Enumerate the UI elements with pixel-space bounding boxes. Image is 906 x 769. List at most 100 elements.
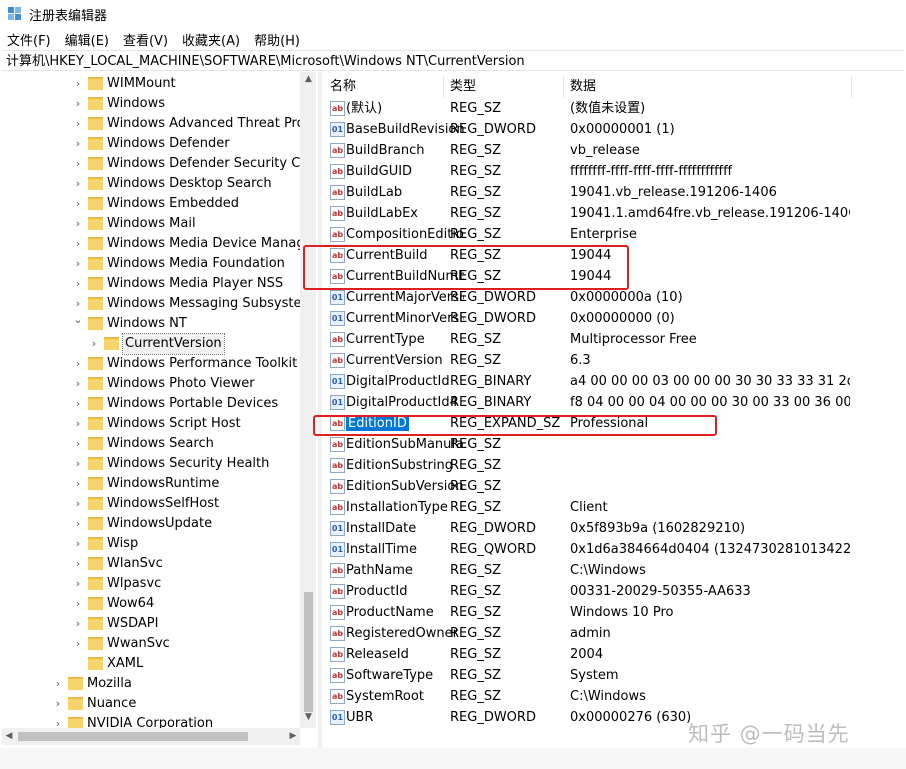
menu-file[interactable]: 文件(F) <box>0 30 58 49</box>
table-row[interactable]: ab CurrentType REG_SZ Multiprocessor Free <box>324 329 904 350</box>
chevron-right-icon[interactable]: › <box>72 254 84 274</box>
tree-node[interactable]: › Windows Media Device Manager <box>2 234 316 254</box>
tree-node[interactable]: › Windows Photo Viewer <box>2 374 300 394</box>
tree-scroll-thumb[interactable] <box>304 592 313 712</box>
tree-hscroll-thumb[interactable] <box>18 732 248 741</box>
tree-node[interactable]: › Windows Media Player NSS <box>2 274 300 294</box>
chevron-right-icon[interactable]: › <box>72 114 84 134</box>
table-row[interactable]: ab BuildLab REG_SZ 19041.vb_release.191206-… <box>324 182 904 203</box>
tree-node[interactable]: › Windows Defender Security Center <box>2 154 316 174</box>
chevron-right-icon[interactable]: › <box>72 434 84 454</box>
tree-node[interactable]: ⌄ Windows NT <box>2 313 300 334</box>
chevron-right-icon[interactable]: › <box>72 494 84 514</box>
tree-node[interactable]: › WIMMount <box>2 74 300 94</box>
tree-node[interactable]: › Wisp <box>2 534 300 554</box>
table-row[interactable]: 01CurrentMajorVersionNumberREG_DWORD 0x00… <box>324 287 904 308</box>
tree-node[interactable]: › Mozilla <box>2 674 300 694</box>
tree-node[interactable]: › Windows <box>2 94 300 114</box>
tree-node[interactable]: › Windows Portable Devices <box>2 394 300 414</box>
table-row[interactable]: 01 DigitalProductId4 REG_BINARY f8 04 00 00… <box>324 392 904 413</box>
tree-node[interactable]: › Windows Mail <box>2 214 300 234</box>
chevron-right-icon[interactable]: › <box>72 74 84 94</box>
tree-node[interactable]: › WwanSvc <box>2 634 300 654</box>
table-row[interactable]: ab EditionSubstring REG_SZ <box>324 455 904 476</box>
tree-node[interactable]: › Nuance <box>2 694 300 714</box>
scroll-left-icon[interactable]: ◀ <box>2 728 16 745</box>
table-row[interactable]: ab SoftwareType REG_SZ System <box>324 665 904 686</box>
table-row[interactable]: ab InstallationType REG_SZ Client <box>324 497 904 518</box>
table-row[interactable]: ab EditionSubVersion REG_SZ <box>324 476 904 497</box>
tree-node[interactable]: › Wlpasvc <box>2 574 300 594</box>
tree-node[interactable]: › WlanSvc <box>2 554 300 574</box>
tree-node[interactable]: › Windows Script Host <box>2 414 300 434</box>
chevron-right-icon[interactable]: › <box>72 414 84 434</box>
table-row[interactable]: ab (默认) REG_SZ (数值未设置) <box>324 98 904 119</box>
chevron-right-icon[interactable]: › <box>72 454 84 474</box>
chevron-right-icon[interactable]: › <box>72 174 84 194</box>
table-row[interactable]: 01 DigitalProductId REG_BINARY a4 00 00 00 … <box>324 371 904 392</box>
tree-node[interactable]: › WSDAPI <box>2 614 300 634</box>
scroll-down-icon[interactable]: ▼ <box>300 712 316 722</box>
chevron-right-icon[interactable]: › <box>72 514 84 534</box>
chevron-right-icon[interactable]: › <box>72 554 84 574</box>
column-header-data[interactable]: 数据 <box>564 76 852 98</box>
chevron-right-icon[interactable]: › <box>52 694 64 714</box>
tree-node[interactable]: › Windows Security Health <box>2 454 300 474</box>
table-row[interactable]: ab RegisteredOwner REG_SZ admin <box>324 623 904 644</box>
chevron-right-icon[interactable]: › <box>72 134 84 154</box>
tree-horizontal-scrollbar[interactable]: ◀ ▶ <box>2 728 300 745</box>
tree-node[interactable]: › Windows Embedded <box>2 194 300 214</box>
tree-node[interactable]: › Wow64 <box>2 594 300 614</box>
tree-vertical-scrollbar[interactable]: ▲ ▼ <box>300 72 316 728</box>
tree-node[interactable]: › WindowsRuntime <box>2 474 300 494</box>
table-row[interactable]: 01CurrentMinorVersionNumberREG_DWORD 0x00… <box>324 308 904 329</box>
menu-edit[interactable]: 编辑(E) <box>58 30 116 49</box>
tree-node[interactable]: › Windows Desktop Search <box>2 174 300 194</box>
table-row[interactable]: ab BuildGUID REG_SZ ffffffff-ffff-ffff-ffff… <box>324 161 904 182</box>
table-row[interactable]: ab SystemRoot REG_SZ C:\Windows <box>324 686 904 707</box>
pane-splitter[interactable] <box>318 72 322 748</box>
tree-node[interactable]: › Windows Messaging Subsystem <box>2 294 314 314</box>
column-header-name[interactable]: 名称 <box>324 76 444 98</box>
tree-node[interactable]: › WindowsUpdate <box>2 514 300 534</box>
menu-view[interactable]: 查看(V) <box>116 30 175 49</box>
tree-node[interactable]: XAML <box>2 654 300 674</box>
tree-node[interactable]: › Windows Defender <box>2 134 300 154</box>
chevron-right-icon[interactable]: › <box>72 274 84 294</box>
table-row[interactable]: 01 InstallTime REG_QWORD 0x1d6a384664d0404 … <box>324 539 904 560</box>
chevron-right-icon[interactable]: › <box>72 614 84 634</box>
tree-node[interactable]: › Windows Performance Toolkit <box>2 354 300 374</box>
table-row[interactable]: ab ReleaseId REG_SZ 2004 <box>324 644 904 665</box>
tree-node[interactable]: › Windows Advanced Threat Protection <box>2 114 316 134</box>
chevron-right-icon[interactable]: › <box>72 534 84 554</box>
column-header-type[interactable]: 类型 <box>444 76 564 98</box>
table-row[interactable]: ab ProductName REG_SZ Windows 10 Pro <box>324 602 904 623</box>
table-row[interactable]: ab PathName REG_SZ C:\Windows <box>324 560 904 581</box>
chevron-right-icon[interactable]: › <box>72 574 84 594</box>
chevron-right-icon[interactable]: › <box>72 194 84 214</box>
chevron-right-icon[interactable]: › <box>72 234 84 254</box>
menu-favorites[interactable]: 收藏夹(A) <box>175 30 247 49</box>
chevron-right-icon[interactable]: › <box>72 94 84 114</box>
table-row[interactable]: ab BuildBranch REG_SZ vb_release <box>324 140 904 161</box>
scroll-up-icon[interactable]: ▲ <box>300 74 316 84</box>
tree-node[interactable]: › Windows Media Foundation <box>2 254 300 274</box>
table-row[interactable]: ab ProductId REG_SZ 00331-20029-50355-AA633 <box>324 581 904 602</box>
chevron-right-icon[interactable]: › <box>72 634 84 654</box>
table-row[interactable]: abCompositionEditionIDREG_SZ Enterprise <box>324 224 904 245</box>
chevron-right-icon[interactable]: › <box>72 474 84 494</box>
table-row[interactable]: 01BaseBuildRevisionNumberREG_DWORD 0x0000… <box>324 119 904 140</box>
table-row[interactable]: ab CurrentVersion REG_SZ 6.3 <box>324 350 904 371</box>
chevron-right-icon[interactable]: › <box>52 674 64 694</box>
table-row[interactable]: ab BuildLabEx REG_SZ 19041.1.amd64fre.vb_re… <box>324 203 904 224</box>
table-row[interactable]: 01 InstallDate REG_DWORD 0x5f893b9a (160282… <box>324 518 904 539</box>
chevron-down-icon[interactable]: ⌄ <box>72 310 84 330</box>
tree-node[interactable]: › WindowsSelfHost <box>2 494 300 514</box>
chevron-right-icon[interactable]: › <box>88 334 100 354</box>
scroll-right-icon[interactable]: ▶ <box>286 728 300 745</box>
address-bar[interactable]: 计算机\HKEY_LOCAL_MACHINE\SOFTWARE\Microsof… <box>2 50 904 71</box>
chevron-right-icon[interactable]: › <box>72 354 84 374</box>
chevron-right-icon[interactable]: › <box>72 154 84 174</box>
chevron-right-icon[interactable]: › <box>72 374 84 394</box>
table-row[interactable]: abEditionSubManufacturerREG_SZ <box>324 434 904 455</box>
